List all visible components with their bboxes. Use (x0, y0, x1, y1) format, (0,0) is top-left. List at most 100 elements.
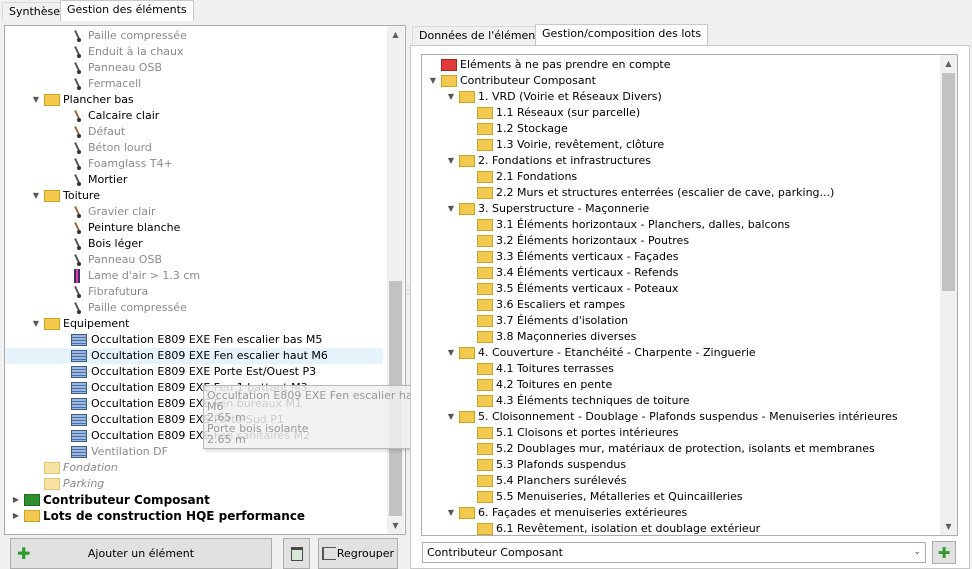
tree-node[interactable]: ▶ Contributeur Composant (11, 492, 210, 508)
regroup-icon (322, 547, 336, 560)
lot-node-label: 3.4 Éléments verticaux - Refends (496, 266, 679, 279)
tree-node[interactable]: Mortier (71, 172, 127, 188)
lot-node-label: 1.2 Stockage (496, 122, 568, 135)
lot-node[interactable]: 1.2 Stockage (464, 121, 568, 137)
lot-node[interactable]: ▼ 2. Fondations et infrastructures (446, 153, 651, 169)
tab-donnees-element[interactable]: Données de l'élément (412, 26, 547, 45)
lot-node[interactable]: 3.5 Éléments verticaux - Poteaux (464, 281, 678, 297)
folder-icon (44, 462, 60, 474)
chevron-down-icon[interactable]: ▼ (446, 89, 456, 105)
regroup-button[interactable]: Regrouper (318, 538, 398, 569)
tab-gestion-composition-lots[interactable]: Gestion/composition des lots (535, 24, 709, 45)
left-tree-scrollbar[interactable]: ▲ ▼ (387, 26, 404, 534)
tree-node[interactable]: Paille compressée (71, 300, 187, 316)
lot-node[interactable]: 6.1 Revêtement, isolation et doublage ex… (464, 521, 760, 535)
chevron-down-icon[interactable]: ▼ (31, 92, 41, 108)
tab-gestion-elements[interactable]: Gestion des éléments (60, 0, 194, 21)
tree-node[interactable]: ▼ Toiture (31, 188, 100, 204)
lot-node[interactable]: 5.5 Menuiseries, Métalleries et Quincail… (464, 489, 743, 505)
tree-node[interactable]: Fondation (31, 460, 118, 476)
material-icon (71, 77, 83, 91)
lot-node[interactable]: Eléments à ne pas prendre en compte (428, 57, 671, 73)
scroll-up-arrow-icon[interactable]: ▲ (387, 26, 404, 43)
scroll-thumb[interactable] (942, 73, 955, 291)
tree-node[interactable]: Foamglass T4+ (71, 156, 173, 172)
tree-node[interactable]: ▼ Equipement (31, 316, 129, 332)
tree-node[interactable]: Défaut (71, 124, 125, 140)
tree-node[interactable]: Occultation E809 EXE Porte Est/Ouest P3 (71, 364, 316, 380)
chevron-down-icon[interactable]: ▼ (428, 73, 438, 89)
tree-node[interactable]: Paille compressée (71, 28, 187, 44)
tree-node[interactable]: Peinture blanche (71, 220, 180, 236)
tree-node[interactable]: Gravier clair (71, 204, 156, 220)
lot-node[interactable]: 1.3 Voirie, revêtement, clôture (464, 137, 664, 153)
tree-node[interactable]: ▶ Lots de construction HQE performance (11, 508, 305, 524)
chevron-right-icon[interactable]: ▶ (11, 492, 21, 508)
chevron-down-icon[interactable]: ▼ (446, 153, 456, 169)
lot-node-label: 5.3 Plafonds suspendus (496, 458, 627, 471)
lot-node[interactable]: 5.3 Plafonds suspendus (464, 457, 626, 473)
lot-node[interactable]: 3.7 Éléments d'isolation (464, 313, 628, 329)
tree-node[interactable]: Enduit à la chaux (71, 44, 184, 60)
tree-node[interactable]: Occultation E809 EXE Fen escalier haut M… (5, 348, 383, 364)
lot-node[interactable]: 2.2 Murs et structures enterrées (escali… (464, 185, 834, 201)
lot-node[interactable]: 3.2 Éléments horizontaux - Poutres (464, 233, 689, 249)
chevron-down-icon[interactable]: ▼ (31, 316, 41, 332)
lot-node[interactable]: ▼ 4. Couverture - Etanchéité - Charpente … (446, 345, 756, 361)
lot-node[interactable]: 3.8 Maçonneries diverses (464, 329, 636, 345)
lot-node[interactable]: ▼ 5. Cloisonnement - Doublage - Plafonds … (446, 409, 898, 425)
chevron-down-icon[interactable]: ▼ (446, 505, 456, 521)
tree-node-label: Contributeur Composant (43, 493, 210, 507)
tree-node[interactable]: ▼ Plancher bas (31, 92, 134, 108)
chevron-down-icon[interactable]: ▼ (446, 345, 456, 361)
tab-synthese[interactable]: Synthèse (2, 2, 68, 21)
scroll-down-arrow-icon[interactable]: ▼ (940, 518, 957, 535)
tree-node[interactable]: Calcaire clair (71, 108, 159, 124)
tree-node[interactable]: Panneau OSB (71, 60, 162, 76)
lot-node[interactable]: 3.4 Éléments verticaux - Refends (464, 265, 678, 281)
add-element-button[interactable]: ✚ Ajouter un élément (10, 538, 272, 569)
chevron-right-icon[interactable]: ▶ (11, 508, 21, 524)
tree-node[interactable]: Fermacell (71, 76, 141, 92)
tree-node[interactable]: Fibrafutura (71, 284, 148, 300)
lot-node[interactable]: 4.3 Éléments techniques de toiture (464, 393, 690, 409)
lot-node[interactable]: 3.3 Éléments verticaux - Façades (464, 249, 679, 265)
lot-node-label: 3. Superstructure - Maçonnerie (478, 202, 650, 215)
lot-node[interactable]: ▼ 6. Façades et menuiseries extérieures (446, 505, 687, 521)
lot-node[interactable]: 5.4 Planchers surélevés (464, 473, 627, 489)
lot-node[interactable]: ▼ 3. Superstructure - Maçonnerie (446, 201, 649, 217)
chevron-down-icon[interactable]: ▼ (446, 201, 456, 217)
lot-category-value: Contributeur Composant (427, 546, 563, 559)
lot-node[interactable]: ▼ 1. VRD (Voirie et Réseaux Divers) (446, 89, 662, 105)
lot-node[interactable]: ▼ Contributeur Composant (428, 73, 596, 89)
lot-node[interactable]: 3.6 Escaliers et rampes (464, 297, 625, 313)
tree-node[interactable]: Parking (31, 476, 104, 492)
tree-node[interactable]: Panneau OSB (71, 252, 162, 268)
lot-node[interactable]: 2.1 Fondations (464, 169, 577, 185)
tree-node[interactable]: Ventilation DF (71, 444, 168, 460)
scroll-down-arrow-icon[interactable]: ▼ (387, 517, 404, 534)
add-lot-button[interactable]: ✚ (932, 541, 956, 564)
folder-icon (459, 411, 475, 423)
delete-button[interactable] (283, 538, 310, 569)
scroll-up-arrow-icon[interactable]: ▲ (940, 55, 957, 72)
tree-node[interactable]: Bois léger (71, 236, 143, 252)
folder-icon (477, 123, 493, 135)
chevron-down-icon[interactable]: ▼ (31, 188, 41, 204)
lot-node[interactable]: 1.1 Réseaux (sur parcelle) (464, 105, 640, 121)
regroup-label: Regrouper (336, 547, 394, 560)
add-element-label: Ajouter un élément (87, 547, 195, 560)
shutter-icon (71, 382, 87, 394)
lot-node[interactable]: 5.1 Cloisons et portes intérieures (464, 425, 679, 441)
tree-node[interactable]: Lame d'air > 1.3 cm (71, 268, 200, 284)
lot-node[interactable]: 3.1 Éléments horizontaux - Planchers, da… (464, 217, 790, 233)
lot-node[interactable]: 4.1 Toitures terrasses (464, 361, 614, 377)
right-tree-scrollbar[interactable]: ▲ ▼ (940, 55, 957, 535)
lot-category-select[interactable]: Contributeur Composant ⌄ (422, 542, 926, 563)
tree-node[interactable]: Occultation E809 EXE Fen escalier bas M5 (71, 332, 322, 348)
lot-node[interactable]: 4.2 Toitures en pente (464, 377, 612, 393)
material-icon (71, 29, 83, 43)
tree-node[interactable]: Béton lourd (71, 140, 152, 156)
chevron-down-icon[interactable]: ▼ (446, 409, 456, 425)
lot-node[interactable]: 5.2 Doublages mur, matériaux de protecti… (464, 441, 875, 457)
